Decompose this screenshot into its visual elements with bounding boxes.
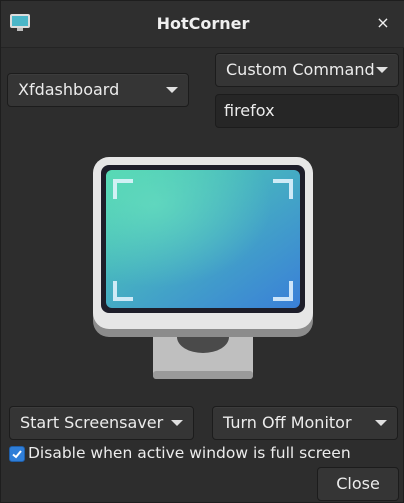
chevron-down-icon — [375, 420, 387, 426]
top-right-action-value: Custom Command — [226, 60, 375, 79]
checkmark-icon — [12, 450, 22, 459]
window-title: HotCorner — [156, 14, 250, 33]
disable-fullscreen-label: Disable when active window is full scree… — [28, 444, 351, 462]
bottom-right-action-value: Turn Off Monitor — [223, 413, 352, 432]
chevron-down-icon — [166, 87, 178, 93]
hotcorner-window: HotCorner × Xfdashboard Custom Command f… — [0, 0, 404, 503]
bottom-left-action-select[interactable]: Start Screensaver — [9, 406, 194, 440]
top-left-action-value: Xfdashboard — [18, 80, 120, 99]
chevron-down-icon — [171, 420, 183, 426]
top-left-action-select[interactable]: Xfdashboard — [7, 73, 189, 107]
title-bar: HotCorner × — [1, 1, 404, 48]
bottom-right-action-select[interactable]: Turn Off Monitor — [212, 406, 398, 440]
disable-fullscreen-checkbox[interactable] — [9, 446, 25, 462]
close-button[interactable]: Close — [317, 467, 399, 501]
monitor-illustration — [93, 157, 313, 379]
top-right-action-select[interactable]: Custom Command — [215, 53, 399, 87]
chevron-down-icon — [376, 67, 388, 73]
bottom-left-action-value: Start Screensaver — [20, 413, 164, 432]
close-icon[interactable]: × — [373, 13, 393, 33]
custom-command-value: firefox — [224, 101, 275, 120]
custom-command-field[interactable]: firefox — [215, 94, 399, 128]
